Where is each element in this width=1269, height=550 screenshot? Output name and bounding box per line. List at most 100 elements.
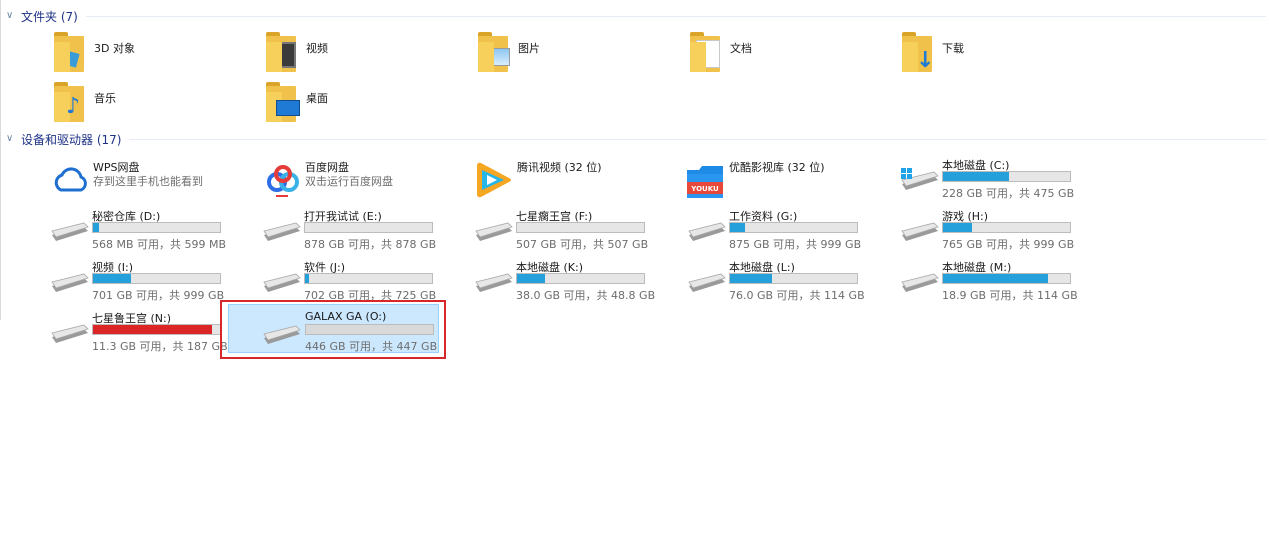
drive-usage-bar: [304, 273, 433, 284]
group-divider: [85, 15, 1266, 17]
cloud-subtitle: 双击运行百度网盘: [305, 175, 393, 188]
tencent-video-item[interactable]: 腾讯视频 (32 位): [469, 156, 674, 204]
youku-item[interactable]: YOUKU 优酷影视库 (32 位): [681, 156, 886, 204]
drive-size: 76.0 GB 可用，共 114 GB: [729, 289, 865, 302]
hard-drive-icon: [901, 222, 939, 241]
drive-usage-fill: [93, 325, 213, 334]
drive-usage-bar: [305, 324, 434, 335]
hard-drive-icon: [263, 325, 301, 344]
drive-usage-bar: [942, 171, 1071, 182]
chevron-down-icon: ∨: [6, 10, 14, 21]
drive-usage-fill: [730, 223, 746, 232]
folder-documents[interactable]: 文档: [678, 32, 878, 76]
left-pane-border: [0, 0, 1, 320]
drive-o[interactable]: GALAX GA (O:) 446 GB 可用，共 447 GB: [228, 304, 439, 353]
baidu-netdisk-icon: [267, 165, 299, 197]
drive-usage-bar: [92, 222, 221, 233]
drive-n[interactable]: 七星鲁王宫 (N:) 11.3 GB 可用，共 187 GB: [44, 307, 249, 355]
hard-drive-icon: [688, 222, 726, 241]
drive-size: 11.3 GB 可用，共 187 GB: [92, 340, 228, 353]
drive-size: 878 GB 可用，共 878 GB: [304, 238, 437, 251]
folders-group-title: 文件夹 (7): [21, 9, 78, 24]
folder-label: 视频: [306, 42, 328, 55]
drive-usage-fill: [305, 274, 309, 283]
music-folder-icon: ♪: [54, 82, 90, 124]
hard-drive-icon: [51, 222, 89, 241]
group-divider: [129, 138, 1266, 140]
drive-size: 446 GB 可用，共 447 GB: [305, 340, 438, 353]
drive-usage-bar: [92, 324, 221, 335]
drive-usage-bar: [729, 273, 858, 284]
drive-size: 875 GB 可用，共 999 GB: [729, 238, 862, 251]
folder-music[interactable]: ♪ 音乐: [42, 82, 242, 126]
tencent-video-icon: [477, 162, 511, 198]
drive-usage-fill: [943, 172, 1010, 181]
drive-usage-fill: [943, 223, 973, 232]
drive-usage-fill: [943, 274, 1049, 283]
wps-cloud-icon: [54, 167, 87, 192]
youku-icon: YOUKU: [687, 166, 723, 198]
folders-group-header[interactable]: ∨ 文件夹 (7): [6, 8, 1266, 24]
drive-c[interactable]: 本地磁盘 (C:) 228 GB 可用，共 475 GB: [894, 154, 1099, 202]
folder-label: 音乐: [94, 92, 116, 105]
drive-m[interactable]: 本地磁盘 (M:) 18.9 GB 可用，共 114 GB: [894, 256, 1099, 304]
folder-label: 下载: [942, 42, 964, 55]
drive-size: 228 GB 可用，共 475 GB: [942, 187, 1075, 200]
hard-drive-icon: [901, 273, 939, 292]
hard-drive-icon: [475, 222, 513, 241]
drive-usage-fill: [517, 274, 545, 283]
folder-videos[interactable]: 视频: [254, 32, 454, 76]
videos-folder-icon: [266, 32, 302, 74]
devices-group-header[interactable]: ∨ 设备和驱动器 (17): [6, 131, 1266, 147]
drive-size: 18.9 GB 可用，共 114 GB: [942, 289, 1078, 302]
drive-usage-fill: [730, 274, 772, 283]
hard-drive-icon: [263, 273, 301, 292]
pictures-folder-icon: [478, 32, 514, 74]
folder-label: 桌面: [306, 92, 328, 105]
documents-folder-icon: [690, 32, 726, 74]
drive-size: 702 GB 可用，共 725 GB: [304, 289, 437, 302]
drive-usage-bar: [92, 273, 221, 284]
cloud-subtitle: 存到这里手机也能看到: [93, 175, 203, 188]
drive-size: 701 GB 可用，共 999 GB: [92, 289, 225, 302]
hard-drive-icon: [688, 273, 726, 292]
hard-drive-icon: [475, 273, 513, 292]
folder-label: 文档: [730, 42, 752, 55]
drive-usage-bar: [516, 222, 645, 233]
folder-downloads[interactable]: ↓ 下载: [890, 32, 1090, 76]
drive-d[interactable]: 秘密仓库 (D:) 568 MB 可用，共 599 MB: [44, 205, 249, 253]
drive-size: 507 GB 可用，共 507 GB: [516, 238, 649, 251]
drive-usage-bar: [942, 273, 1071, 284]
windows-drive-icon: [901, 168, 939, 190]
drive-usage-bar: [942, 222, 1071, 233]
folder-desktop[interactable]: 桌面: [254, 82, 454, 126]
hard-drive-icon: [263, 222, 301, 241]
drive-size: 568 MB 可用，共 599 MB: [92, 238, 227, 251]
youku-logo-text: YOUKU: [690, 185, 719, 193]
app-name: 优酷影视库 (32 位): [729, 161, 825, 174]
drive-j[interactable]: 软件 (J:) 702 GB 可用，共 725 GB: [256, 256, 461, 304]
drive-size: 38.0 GB 可用，共 48.8 GB: [516, 289, 656, 302]
wps-cloud-item[interactable]: WPS网盘 存到这里手机也能看到: [45, 156, 250, 204]
folder-label: 3D 对象: [94, 42, 135, 55]
drive-size: 765 GB 可用，共 999 GB: [942, 238, 1075, 251]
folder-label: 图片: [518, 42, 540, 55]
folder-3d-objects[interactable]: 3D 对象: [42, 32, 242, 76]
drive-k[interactable]: 本地磁盘 (K:) 38.0 GB 可用，共 48.8 GB: [468, 256, 673, 304]
drive-e[interactable]: 打开我试试 (E:) 878 GB 可用，共 878 GB: [256, 205, 461, 253]
drive-usage-bar: [729, 222, 858, 233]
folder-pictures[interactable]: 图片: [466, 32, 666, 76]
drive-i[interactable]: 视频 (I:) 701 GB 可用，共 999 GB: [44, 256, 249, 304]
drive-l[interactable]: 本地磁盘 (L:) 76.0 GB 可用，共 114 GB: [681, 256, 886, 304]
drive-usage-fill: [93, 223, 100, 232]
drive-h[interactable]: 游戏 (H:) 765 GB 可用，共 999 GB: [894, 205, 1099, 253]
baidu-netdisk-item[interactable]: 百度网盘 双击运行百度网盘: [257, 156, 462, 204]
hard-drive-icon: [51, 273, 89, 292]
drive-f[interactable]: 七星瘸王宫 (F:) 507 GB 可用，共 507 GB: [468, 205, 673, 253]
drive-usage-bar: [304, 222, 433, 233]
drive-g[interactable]: 工作资料 (G:) 875 GB 可用，共 999 GB: [681, 205, 886, 253]
chevron-down-icon: ∨: [6, 133, 14, 144]
devices-group-title: 设备和驱动器 (17): [21, 132, 122, 147]
drive-usage-fill: [93, 274, 132, 283]
downloads-folder-icon: ↓: [902, 32, 938, 74]
